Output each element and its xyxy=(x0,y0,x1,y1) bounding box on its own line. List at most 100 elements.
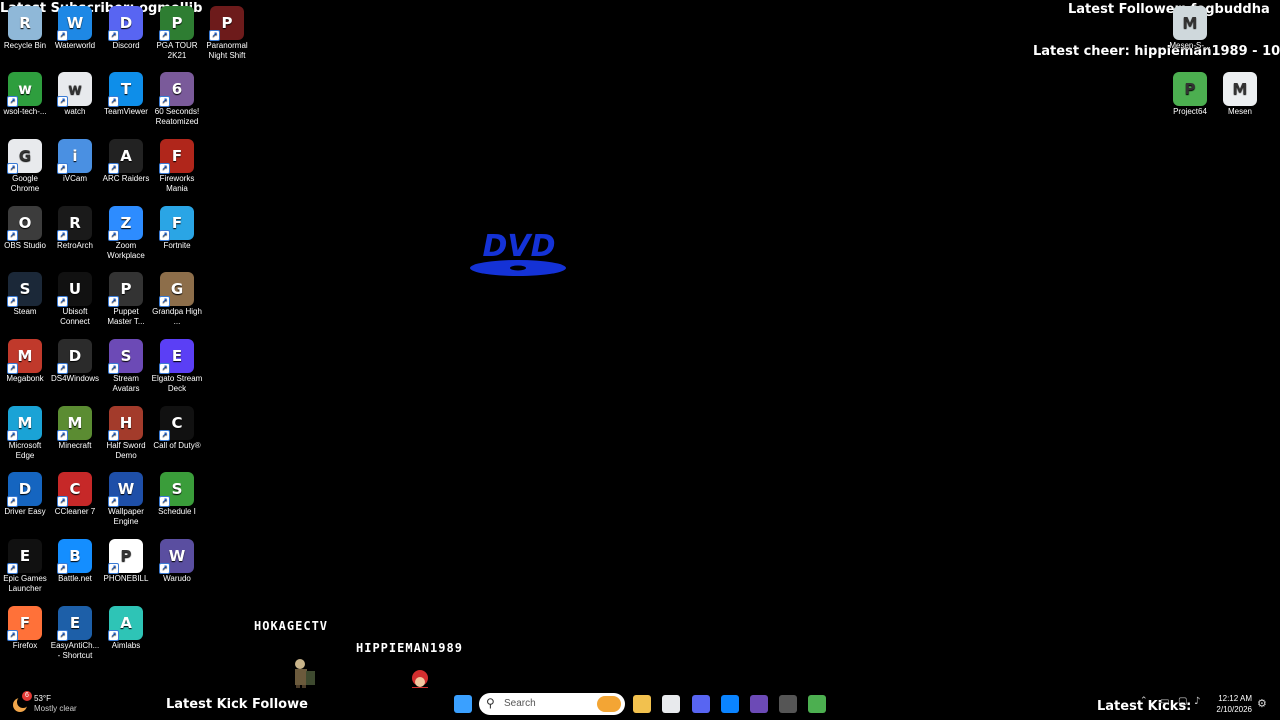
taskbar-project64-icon[interactable] xyxy=(808,695,826,713)
desktop-icon-firefox[interactable]: F ↗ Firefox xyxy=(0,606,51,651)
shortcut-arrow-icon: ↗ xyxy=(57,30,68,41)
taskbar-file-explorer-icon[interactable] xyxy=(633,695,651,713)
desktop-icon-label: Paranormal Night Shift xyxy=(206,41,248,60)
wallpaper-engine-icon: W ↗ xyxy=(108,472,143,507)
desktop-icon-teamviewer[interactable]: T ↗ TeamViewer xyxy=(100,72,152,117)
desktop-icon-label: Epic Games Launcher xyxy=(3,574,47,593)
desktop-icon-label: Half Sword Demo xyxy=(106,441,146,460)
desktop-icon-fortnite[interactable]: F ↗ Fortnite xyxy=(151,206,203,251)
shortcut-arrow-icon: ↗ xyxy=(7,363,18,374)
shortcut-arrow-icon: ↗ xyxy=(7,230,18,241)
desktop-icon-discord[interactable]: D ↗ Discord xyxy=(100,6,152,51)
search-icon: ⚲ xyxy=(486,696,495,710)
desktop-icon-stream-avatars[interactable]: S ↗ Stream Avatars xyxy=(100,339,152,394)
desktop-icon-gamepad[interactable]: D ↗ DS4Windows xyxy=(49,339,101,384)
desktop-icon-mesen[interactable]: M Mesen xyxy=(1214,72,1266,117)
desktop-icon-half-sword[interactable]: H ↗ Half Sword Demo xyxy=(100,406,152,461)
desktop-icon-label: TeamViewer xyxy=(104,107,148,116)
puppet-master-icon: P ↗ xyxy=(108,272,143,307)
desktop-icon-project64[interactable]: P Project64 xyxy=(1164,72,1216,117)
desktop-icon-label: Mesen xyxy=(1227,107,1252,116)
zoom-icon: Z ↗ xyxy=(108,206,143,241)
desktop-icon-steam[interactable]: S ↗ Steam xyxy=(0,272,51,317)
desktop-icon-obs[interactable]: O ↗ OBS Studio xyxy=(0,206,51,251)
desktop-icon-megabonk[interactable]: M ↗ Megabonk xyxy=(0,339,51,384)
desktop-icon-arc-raiders[interactable]: A ↗ ARC Raiders xyxy=(100,139,152,184)
desktop-icon-label: Waterworld xyxy=(54,41,96,50)
shortcut-arrow-icon: ↗ xyxy=(57,430,68,441)
desktop-icon-ccleaner[interactable]: C ↗ CCleaner 7 xyxy=(49,472,101,517)
tray-chevron-icon[interactable]: ⌃ xyxy=(1140,696,1148,706)
taskbar-obs-icon[interactable] xyxy=(779,695,797,713)
desktop-icon-chrome[interactable]: w ↗ watch xyxy=(49,72,101,117)
shortcut-arrow-icon: ↗ xyxy=(57,630,68,641)
desktop-icon-driver-easy[interactable]: D ↗ Driver Easy xyxy=(0,472,51,517)
desktop-icon-minecraft[interactable]: M ↗ Minecraft xyxy=(49,406,101,451)
weather-widget[interactable]: 6 53°F Mostly clear xyxy=(10,691,90,718)
desktop-icon-aimlabs[interactable]: A ↗ Aimlabs xyxy=(100,606,152,651)
arc-raiders-icon: A ↗ xyxy=(108,139,143,174)
tray-display-icon[interactable]: ▢ xyxy=(1178,696,1187,707)
project64-icon: P xyxy=(1173,72,1207,106)
desktop-icon-label: EasyAntiCh... - Shortcut xyxy=(50,641,100,660)
tray-network-icon[interactable]: ▭ xyxy=(1160,696,1169,707)
taskbar-discord-icon[interactable] xyxy=(692,695,710,713)
driver-easy-icon: D ↗ xyxy=(7,472,42,507)
taskbar-chrome-icon[interactable] xyxy=(662,695,680,713)
weather-alert-badge: 6 xyxy=(22,691,32,701)
chrome-icon: G ↗ xyxy=(7,139,42,174)
desktop-icon-ubisoft[interactable]: U ↗ Ubisoft Connect xyxy=(49,272,101,327)
stream-deck-icon: E ↗ xyxy=(159,339,194,374)
desktop-icon-label: Fireworks Mania xyxy=(159,174,195,193)
shortcut-arrow-icon: ↗ xyxy=(108,96,119,107)
desktop-icon-edge[interactable]: M ↗ Microsoft Edge xyxy=(0,406,51,461)
desktop-icon-label: Fortnite xyxy=(163,241,191,250)
avatar-name-hippieman1989: HIPPIEMAN1989 xyxy=(356,641,463,655)
desktop-icon-sixty-seconds[interactable]: 6 ↗ 60 Seconds! Reatomized xyxy=(151,72,203,127)
desktop-icon-retroarch[interactable]: R ↗ RetroArch xyxy=(49,206,101,251)
taskbar-stream-avatars-icon[interactable] xyxy=(750,695,768,713)
shortcut-arrow-icon: ↗ xyxy=(209,30,220,41)
desktop-icon-waterworld[interactable]: W ↗ Waterworld xyxy=(49,6,101,51)
desktop-icon-schedule[interactable]: S ↗ Schedule I xyxy=(151,472,203,517)
desktop-icon-epic-games[interactable]: E ↗ Epic Games Launcher xyxy=(0,539,51,594)
desktop-icon-puppet-master[interactable]: P ↗ Puppet Master T... xyxy=(100,272,152,327)
tray-volume-icon[interactable]: ♪ xyxy=(1194,696,1200,707)
desktop-icon-mesen-s[interactable]: M Mesen-S-... xyxy=(1164,6,1216,51)
desktop-icon-fireworks[interactable]: F ↗ Fireworks Mania xyxy=(151,139,203,194)
desktop-icon-label: OBS Studio xyxy=(4,241,46,250)
desktop-icon-easyanticheat[interactable]: E ↗ EasyAntiCh... - Shortcut xyxy=(49,606,101,661)
desktop-icon-label: Discord xyxy=(112,41,140,50)
shortcut-arrow-icon: ↗ xyxy=(108,363,119,374)
taskbar-store-icon[interactable] xyxy=(721,695,739,713)
notification-bell-icon[interactable]: ⚙ xyxy=(1257,697,1267,710)
gamepad-icon: D ↗ xyxy=(57,339,92,374)
shortcut-arrow-icon: ↗ xyxy=(7,630,18,641)
taskbar-windows-start-icon[interactable] xyxy=(454,695,472,713)
desktop-icon-stream-deck[interactable]: E ↗ Elgato Stream Deck xyxy=(151,339,203,394)
desktop-icon-battlenet[interactable]: B ↗ Battle.net xyxy=(49,539,101,584)
desktop-icon-document[interactable]: P ↗ PHONEBILL xyxy=(100,539,152,584)
desktop-icon-ivcam[interactable]: i ↗ iVCam xyxy=(49,139,101,184)
desktop-icon-label: Wallpaper Engine xyxy=(108,507,144,526)
taskbar-clock[interactable]: 12:12 AM 2/10/2026 xyxy=(1208,693,1252,717)
desktop-icon-warudo[interactable]: W ↗ Warudo xyxy=(151,539,203,584)
desktop-icon-paranormal[interactable]: P ↗ Paranormal Night Shift xyxy=(201,6,253,61)
taskbar-search-box[interactable]: ⚲ Search xyxy=(479,693,625,715)
desktop-icon-grandpa[interactable]: G ↗ Grandpa High ... xyxy=(151,272,203,327)
desktop-icon-wsol-tech[interactable]: w ↗ wsol-tech-... xyxy=(0,72,51,117)
ccleaner-icon: C ↗ xyxy=(57,472,92,507)
desktop-icon-label: Warudo xyxy=(163,574,191,583)
desktop-icon-pga-tour[interactable]: P ↗ PGA TOUR 2K21 xyxy=(151,6,203,61)
shortcut-arrow-icon: ↗ xyxy=(159,363,170,374)
desktop-icon-label: Steam xyxy=(13,307,37,316)
desktop-icon-chrome[interactable]: G ↗ Google Chrome xyxy=(0,139,51,194)
desktop-icon-wallpaper-engine[interactable]: W ↗ Wallpaper Engine xyxy=(100,472,152,527)
shortcut-arrow-icon: ↗ xyxy=(159,96,170,107)
desktop-icon-call-of-duty[interactable]: C ↗ Call of Duty® xyxy=(151,406,203,451)
shortcut-arrow-icon: ↗ xyxy=(108,230,119,241)
desktop-icon-recycle-bin[interactable]: R Recycle Bin xyxy=(0,6,51,51)
firefox-icon: F ↗ xyxy=(7,606,42,641)
shortcut-arrow-icon: ↗ xyxy=(57,563,68,574)
desktop-icon-zoom[interactable]: Z ↗ Zoom Workplace xyxy=(100,206,152,261)
